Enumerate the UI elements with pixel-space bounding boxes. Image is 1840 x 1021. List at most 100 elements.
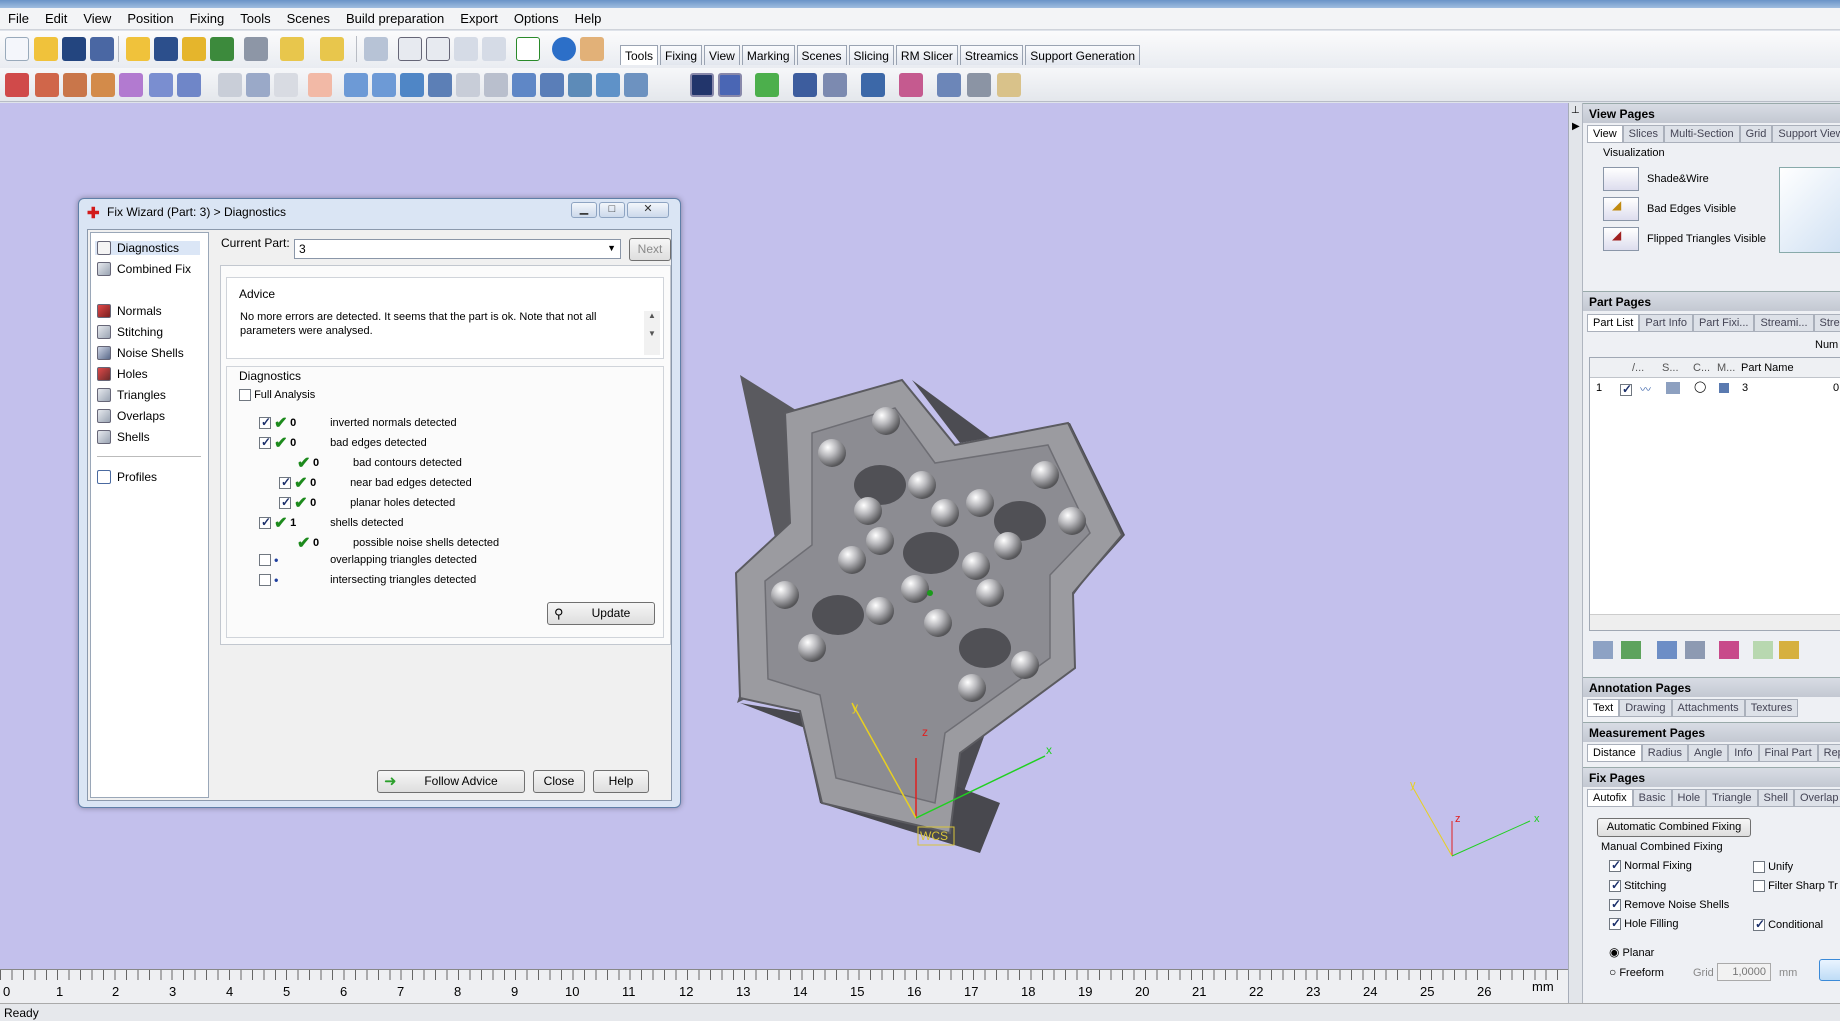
tab-view[interactable]: View	[704, 45, 740, 65]
tab-fixing[interactable]: Fixing	[660, 45, 703, 65]
save-as-icon[interactable]	[90, 37, 114, 61]
menu-options[interactable]: Options	[506, 8, 567, 26]
menu-view[interactable]: View	[75, 8, 119, 26]
tab-part-info[interactable]: Part Info	[1639, 314, 1693, 332]
normal-fixing-checkbox[interactable]: Normal Fixing	[1609, 858, 1692, 873]
tab-final-part[interactable]: Final Part	[1758, 744, 1818, 762]
menu-build-preparation[interactable]: Build preparation	[338, 8, 452, 26]
menu-tools[interactable]: Tools	[232, 8, 278, 26]
automatic-combined-fixing-button[interactable]: Automatic Combined Fixing	[1597, 818, 1751, 837]
planar-radio[interactable]: ◉ Planar	[1609, 945, 1654, 959]
view-cube[interactable]	[1779, 167, 1840, 253]
apply-button[interactable]	[1819, 959, 1840, 981]
export-icon[interactable]	[997, 73, 1021, 97]
advice-scrollbar[interactable]: ▲ ▼	[644, 311, 660, 355]
redo-icon[interactable]	[320, 37, 344, 61]
view-pages-header[interactable]: View Pages	[1583, 103, 1840, 123]
label-all-icon[interactable]	[1779, 641, 1799, 659]
tab-overlap[interactable]: Overlap	[1793, 789, 1840, 807]
save-icon[interactable]	[62, 37, 86, 61]
tab-part-fixing[interactable]: Part Fixi...	[1692, 314, 1755, 332]
tab-rm-slicer[interactable]: RM Slicer	[895, 45, 958, 65]
nav-combined-fix[interactable]: Combined Fix	[97, 262, 191, 276]
part-model[interactable]	[734, 375, 1125, 853]
conditional-checkbox[interactable]: Conditional	[1753, 917, 1823, 932]
mirror-icon[interactable]	[119, 73, 143, 97]
tab-strea[interactable]: Strea	[1813, 314, 1840, 332]
table-row[interactable]: 1 〰 ◯ 3 0	[1590, 380, 1840, 398]
diag-checkbox[interactable]	[259, 574, 271, 586]
tab-streamics[interactable]: Streami...	[1754, 314, 1814, 332]
color-icon[interactable]	[1719, 641, 1739, 659]
copy-icon[interactable]	[246, 73, 270, 97]
part-icon[interactable]	[861, 73, 885, 97]
check-all-icon[interactable]	[1621, 641, 1641, 659]
print-icon[interactable]	[244, 37, 268, 61]
panel-pin-strip[interactable]: ⊥ ▶	[1569, 103, 1583, 1003]
flipped-triangles-button[interactable]: ◢	[1603, 227, 1639, 251]
diag-checkbox[interactable]	[279, 495, 291, 509]
extrude-icon[interactable]	[540, 73, 564, 97]
wave-all-icon[interactable]	[1657, 641, 1677, 659]
filter-sharp-checkbox[interactable]: Filter Sharp Tr	[1753, 880, 1838, 893]
rotate-part-icon[interactable]	[63, 73, 87, 97]
tab-autofix[interactable]: Autofix	[1587, 789, 1633, 807]
shell-icon[interactable]	[484, 73, 508, 97]
tab-rep[interactable]: Rep	[1817, 744, 1840, 762]
annotation-pages-header[interactable]: Annotation Pages	[1583, 677, 1840, 697]
hand-icon[interactable]	[308, 73, 332, 97]
boolean-icon[interactable]	[344, 73, 368, 97]
tab-view-pages-view[interactable]: View	[1587, 125, 1623, 143]
close-button[interactable]: Close	[533, 770, 585, 793]
tab-slices[interactable]: Slices	[1622, 125, 1664, 143]
tab-scenes[interactable]: Scenes	[796, 45, 847, 65]
diag-checkbox[interactable]	[279, 475, 291, 489]
section-view-icon[interactable]	[718, 73, 742, 97]
nav-noise-shells[interactable]: Noise Shells	[97, 346, 184, 360]
measurement-pages-header[interactable]: Measurement Pages	[1583, 722, 1840, 742]
select-all-icon[interactable]	[1593, 641, 1613, 659]
tab-part-list[interactable]: Part List	[1587, 314, 1640, 332]
hole-filling-checkbox[interactable]: Hole Filling	[1609, 916, 1678, 931]
follow-advice-button[interactable]: ➜ Follow Advice	[377, 770, 525, 793]
box-icon[interactable]	[512, 73, 536, 97]
row-visible-checkbox[interactable]	[1620, 382, 1632, 396]
nav-normals[interactable]: Normals	[97, 304, 162, 318]
nav-profiles[interactable]: Profiles	[97, 470, 157, 484]
align-icon[interactable]	[149, 73, 173, 97]
assistant-icon[interactable]	[580, 37, 604, 61]
settings-icon[interactable]	[937, 73, 961, 97]
tab-slicing[interactable]: Slicing	[848, 45, 894, 65]
tab-info[interactable]: Info	[1728, 744, 1759, 762]
cut-icon[interactable]	[218, 73, 242, 97]
measure-icon[interactable]	[5, 73, 29, 97]
freeform-radio[interactable]: ○ Freeform	[1609, 965, 1664, 979]
col-part-name[interactable]: Part Name	[1741, 362, 1794, 374]
hollow-icon[interactable]	[428, 73, 452, 97]
surface-icon[interactable]	[596, 73, 620, 97]
minimize-button[interactable]: ▁	[571, 202, 597, 218]
nav-overlaps[interactable]: Overlaps	[97, 409, 165, 423]
select-icon[interactable]	[364, 37, 388, 61]
tab-text[interactable]: Text	[1587, 699, 1620, 717]
wrap-icon[interactable]	[568, 73, 592, 97]
paste-icon[interactable]	[274, 73, 298, 97]
sharpen-icon[interactable]	[823, 73, 847, 97]
tab-grid[interactable]: Grid	[1739, 125, 1773, 143]
maximize-button[interactable]: □	[599, 202, 625, 218]
open-folder-icon[interactable]	[34, 37, 58, 61]
open-project-icon[interactable]	[126, 37, 150, 61]
unify-checkbox[interactable]: Unify	[1753, 861, 1793, 874]
rotate-icon[interactable]	[398, 37, 422, 61]
menu-file[interactable]: File	[0, 8, 37, 26]
pattern-icon[interactable]	[899, 73, 923, 97]
tab-attachments[interactable]: Attachments	[1671, 699, 1745, 717]
menu-scenes[interactable]: Scenes	[279, 8, 338, 26]
unload-icon[interactable]	[210, 37, 234, 61]
duplicate-icon[interactable]	[177, 73, 201, 97]
menu-fixing[interactable]: Fixing	[182, 8, 233, 26]
nav-stitching[interactable]: Stitching	[97, 325, 163, 339]
tab-radius[interactable]: Radius	[1641, 744, 1689, 762]
menu-export[interactable]: Export	[452, 8, 506, 26]
diag-checkbox[interactable]	[259, 554, 271, 566]
